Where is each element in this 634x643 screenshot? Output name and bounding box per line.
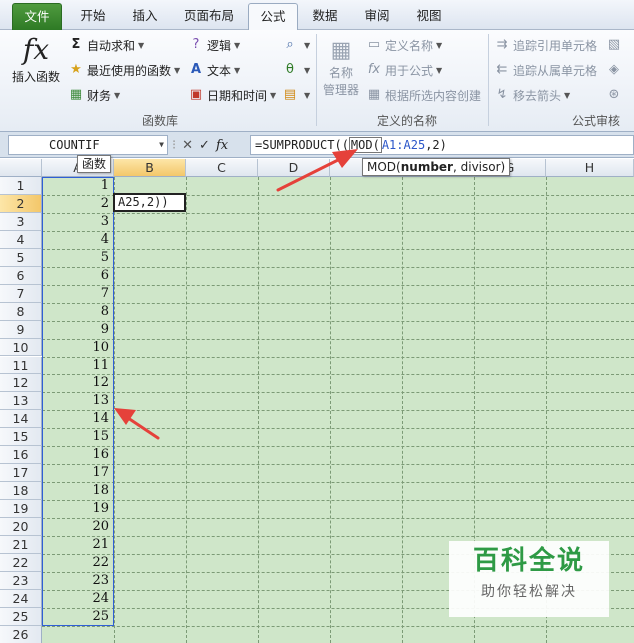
arrow-to-range	[114, 408, 160, 440]
watermark-subtitle: 助你轻松解决	[481, 584, 577, 600]
arrow-to-formula	[276, 149, 358, 192]
watermark: 百科全说 助你轻松解决	[449, 541, 609, 617]
watermark-title: 百科全说	[472, 546, 585, 576]
